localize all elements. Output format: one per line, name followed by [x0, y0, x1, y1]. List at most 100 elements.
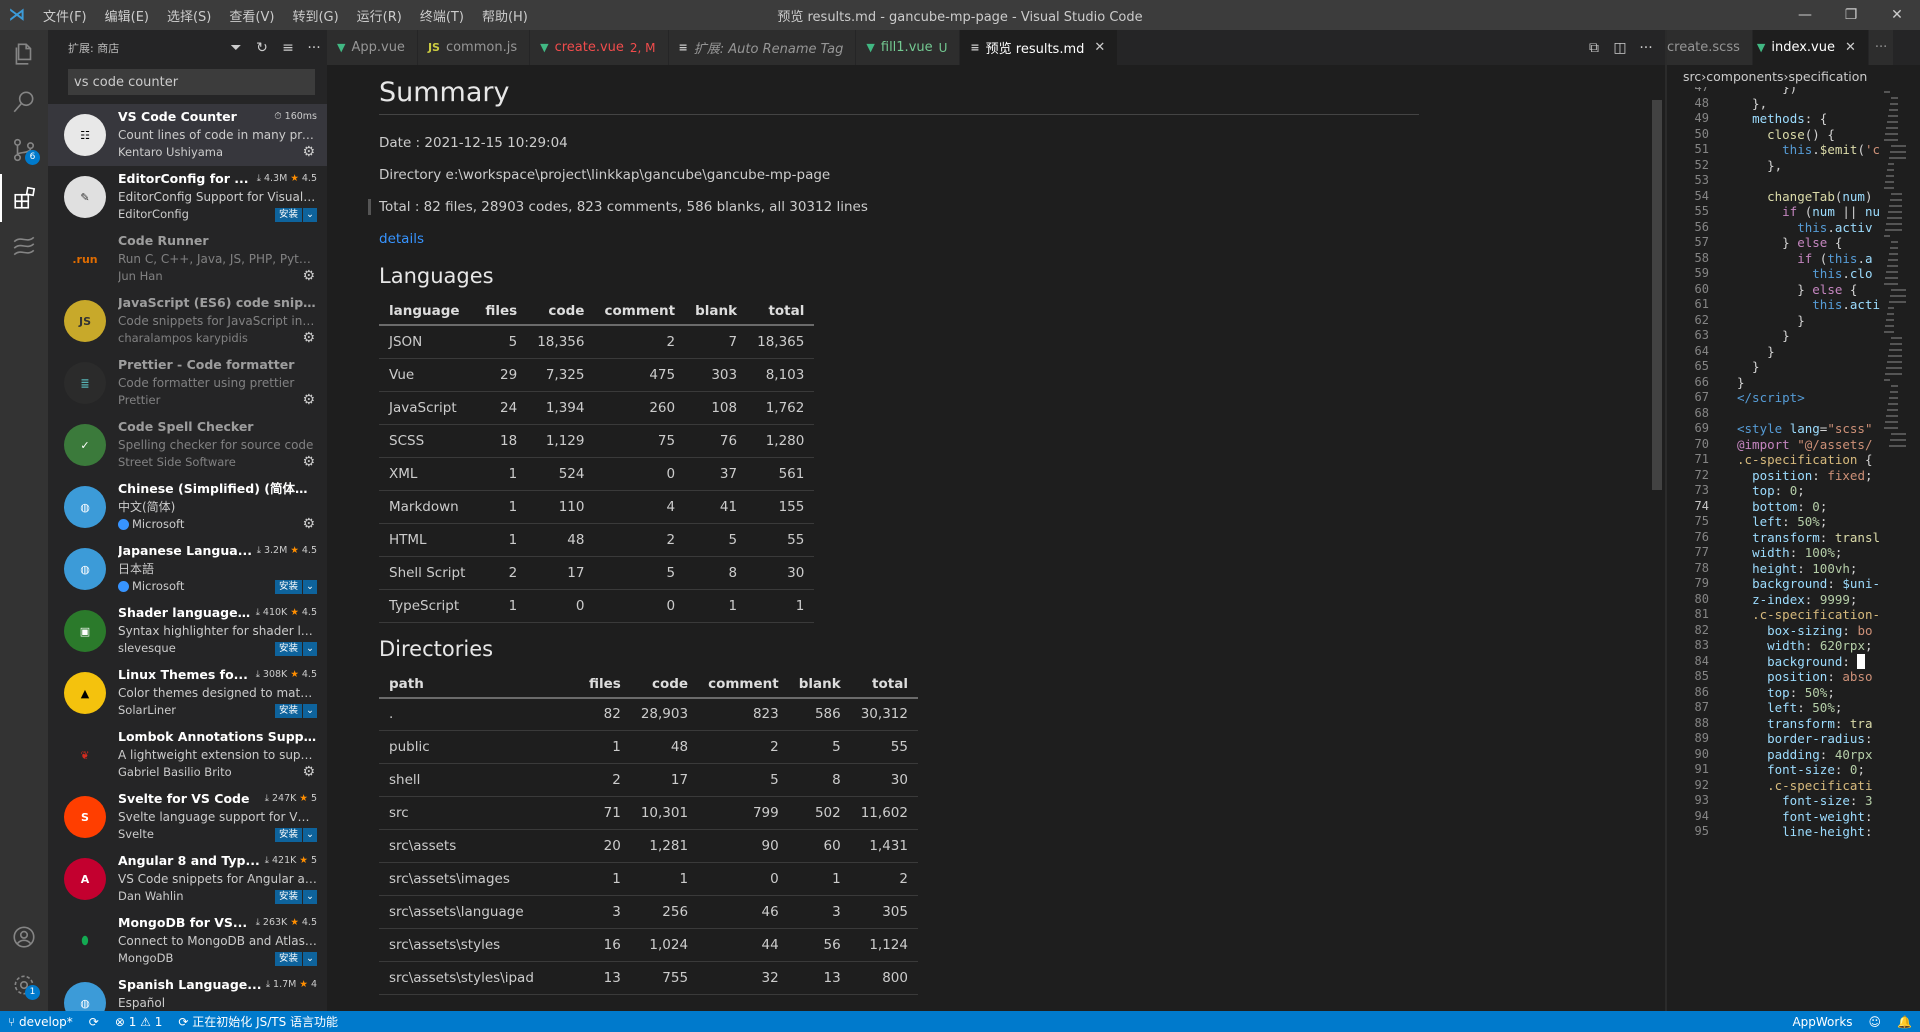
install-button[interactable]: 安装 ⌄ [275, 704, 317, 718]
manage-gear-icon[interactable]: ⚙ [302, 454, 315, 470]
extension-item[interactable]: .run Code Runner Run C, C++, Java, JS, PHP… [48, 228, 327, 290]
details-link[interactable]: details [379, 231, 424, 247]
manage-gear-icon[interactable]: ⚙ [302, 268, 315, 284]
menu-item[interactable]: 编辑(E) [96, 6, 158, 25]
chevron-down-icon[interactable]: ⌄ [303, 704, 317, 718]
code-editor[interactable]: 47 }) 48 }, 49 methods: {50 close() {51 th… [1667, 87, 1920, 1011]
line-number: 59 [1694, 266, 1709, 280]
line-number: 82 [1694, 622, 1709, 637]
chevron-down-icon[interactable]: ⌄ [303, 952, 317, 966]
line-number: 51 [1694, 142, 1709, 156]
breadcrumb-item[interactable]: components [1706, 69, 1783, 84]
search-icon[interactable] [0, 78, 48, 126]
settings-gear-icon[interactable]: 1 [0, 961, 48, 1009]
menu-item[interactable]: 帮助(H) [473, 6, 537, 25]
preview-scrollbar[interactable] [1652, 100, 1662, 490]
install-button[interactable]: 安装 ⌄ [275, 642, 317, 656]
editor-tab[interactable]: ≡ 扩展: Auto Rename Tag [668, 30, 857, 65]
clear-icon[interactable]: ≡ [275, 40, 301, 56]
menu-item[interactable]: 运行(R) [348, 6, 411, 25]
verified-icon [118, 580, 129, 592]
explorer-icon[interactable] [0, 30, 48, 78]
extension-item[interactable]: A Angular 8 and Typ... ⤓ 421K ★ 5 VS Code s… [48, 848, 327, 910]
restore-icon[interactable]: ❐ [1828, 0, 1874, 30]
close-tab-icon[interactable]: ✕ [1094, 40, 1105, 55]
manage-gear-icon[interactable]: ⚙ [302, 516, 315, 532]
filter-icon[interactable]: ⏷ [223, 40, 249, 56]
extension-item[interactable]: ✎ EditorConfig for ... ⤓ 4.3M ★ 4.5 EditorC… [48, 166, 327, 228]
editor-tab[interactable]: ▼ create.vue 2, M [530, 30, 669, 65]
tab-create-scss[interactable]: create.scss [1667, 30, 1753, 65]
extension-item[interactable]: S Svelte for VS Code ⤓ 247K ★ 5 Svelte lang… [48, 786, 327, 848]
minimize-icon[interactable]: — [1782, 0, 1828, 30]
open-source-icon[interactable]: ⧉ [1581, 40, 1607, 56]
manage-gear-icon[interactable]: ⚙ [302, 330, 315, 346]
extension-item[interactable]: ≣ Prettier - Code formatter Code formatter… [48, 352, 327, 414]
account-icon[interactable] [0, 913, 48, 961]
table-row: src\assets\styles\ipad 13 755 32 13 800 [379, 961, 918, 995]
chevron-down-icon[interactable]: ⌄ [303, 208, 317, 222]
install-button[interactable]: 安装 ⌄ [275, 828, 317, 842]
install-button[interactable]: 安装 ⌄ [275, 208, 317, 222]
extension-item[interactable]: ❦ Lombok Annotations Support... A lightwei… [48, 724, 327, 786]
menu-item[interactable]: 终端(T) [411, 6, 473, 25]
editor-tab[interactable]: ▼ fill1.vue U [856, 30, 961, 65]
menu-item[interactable]: 转到(G) [283, 6, 347, 25]
extension-search-input[interactable] [68, 69, 315, 95]
line-number: 71 [1694, 452, 1709, 466]
column-header: total [850, 670, 918, 699]
more-tabs-icon[interactable]: ··· [1868, 30, 1895, 65]
minimap-line [1886, 367, 1902, 369]
extensions-icon[interactable] [0, 174, 48, 222]
tab-index-vue[interactable]: ▼ index.vue ✕ [1752, 30, 1869, 65]
more-icon[interactable]: ··· [301, 40, 327, 56]
refresh-icon[interactable]: ↻ [249, 40, 275, 56]
source-control-icon[interactable]: 6 [0, 126, 48, 174]
task-status[interactable]: ⟳ 正在初始化 JS/TS 语言功能 [170, 1013, 346, 1030]
editor-tab[interactable]: JS common.js [417, 30, 531, 65]
extension-description: Spelling checker for source code [118, 438, 314, 452]
split-editor-icon[interactable]: ◫ [1607, 40, 1633, 56]
extension-item[interactable]: ▣ Shader language... ⤓ 410K ★ 4.5 Syntax hi… [48, 600, 327, 662]
extension-item[interactable]: JS JavaScript (ES6) code snippets Code sni… [48, 290, 327, 352]
chevron-down-icon[interactable]: ⌄ [303, 890, 317, 904]
extension-item[interactable]: ◍ Japanese Langua... ⤓ 3.2M ★ 4.5 日本語 Micros… [48, 538, 327, 600]
notifications-icon[interactable]: 🔔 [1889, 1015, 1920, 1029]
install-button[interactable]: 安装 ⌄ [275, 952, 317, 966]
install-button[interactable]: 安装 ⌄ [275, 890, 317, 904]
menu-item[interactable]: 文件(F) [34, 6, 96, 25]
breadcrumb-item[interactable]: specification [1788, 69, 1867, 84]
appworks-status[interactable]: AppWorks [1784, 1015, 1860, 1029]
remote-icon[interactable] [0, 222, 48, 270]
manage-gear-icon[interactable]: ⚙ [302, 764, 315, 780]
manage-gear-icon[interactable]: ⚙ [302, 144, 315, 160]
extension-item[interactable]: ◍ Chinese (Simplified) (简体中文... 中文(简体) Micr… [48, 476, 327, 538]
more-actions-icon[interactable]: ··· [1633, 40, 1659, 56]
chevron-down-icon[interactable]: ⌄ [303, 580, 317, 594]
chevron-down-icon[interactable]: ⌄ [303, 642, 317, 656]
extension-description: A lightweight extension to supp... [118, 748, 317, 762]
close-tab-icon[interactable]: ✕ [1845, 40, 1856, 55]
minimap[interactable] [1884, 87, 1906, 1011]
extension-item[interactable]: ☷ VS Code Counter ⏱ 160ms Count lines of co… [48, 104, 327, 166]
account-status-icon[interactable]: ☺ [1861, 1015, 1890, 1029]
minimap-line [1890, 103, 1898, 105]
extension-item[interactable]: ✓ Code Spell Checker Spelling checker for … [48, 414, 327, 476]
breadcrumb-item[interactable]: src [1683, 69, 1701, 84]
problems-indicator[interactable]: ⊗ 1 ⚠ 1 [107, 1015, 171, 1029]
install-button[interactable]: 安装 ⌄ [275, 580, 317, 594]
manage-gear-icon[interactable]: ⚙ [302, 392, 315, 408]
extension-item[interactable]: ◍Spanish Language...⤓ 1.7M ★ 4Español安装⌄ [48, 972, 327, 1011]
chevron-down-icon[interactable]: ⌄ [303, 828, 317, 842]
column-header: files [579, 670, 631, 699]
menu-item[interactable]: 查看(V) [220, 6, 283, 25]
sync-icon[interactable]: ⟳ [81, 1015, 107, 1029]
menu-item[interactable]: 选择(S) [158, 6, 220, 25]
close-window-icon[interactable]: ✕ [1874, 0, 1920, 30]
editor-tab[interactable]: ≡ 预览 results.md ✕ [960, 30, 1119, 65]
branch-indicator[interactable]: ⑂ develop* [0, 1015, 81, 1029]
extension-item[interactable]: ▲ Linux Themes fo... ⤓ 308K ★ 4.5 Color the… [48, 662, 327, 724]
extension-item[interactable]: ⬮ MongoDB for VS... ⤓ 263K ★ 4.5 Connect to… [48, 910, 327, 972]
table-cell: 5 [788, 730, 851, 764]
editor-tab[interactable]: ▼ App.vue [327, 30, 418, 65]
